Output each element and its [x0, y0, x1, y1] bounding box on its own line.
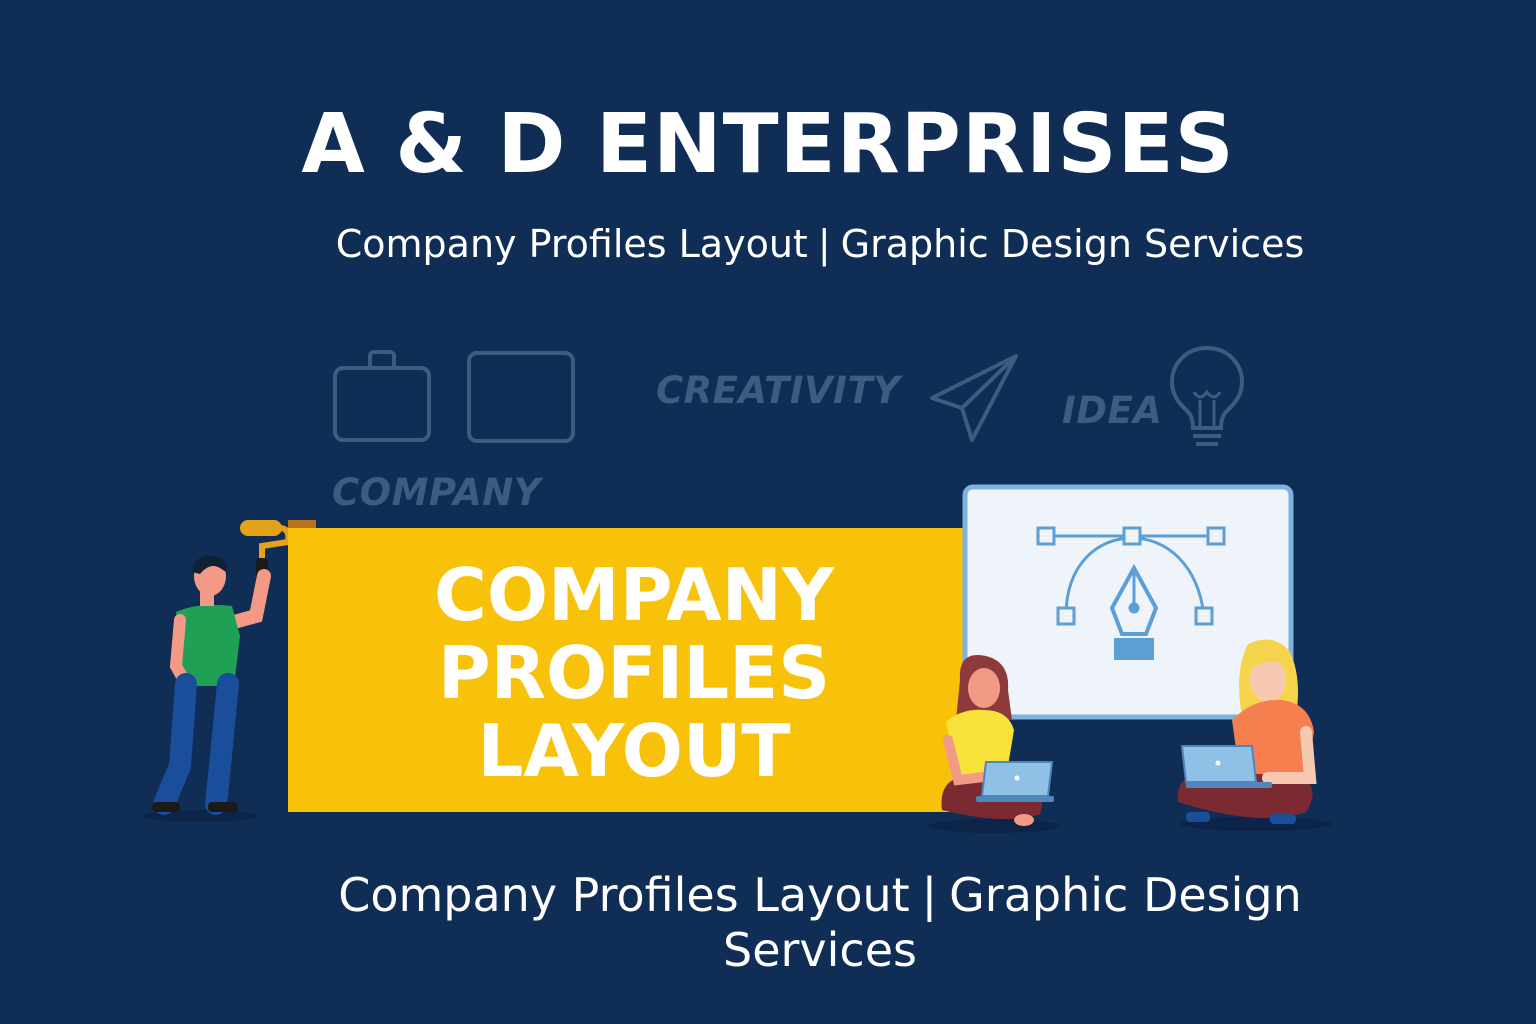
banner-heading: COMPANY PROFILES LAYOUT	[288, 556, 980, 790]
creativity-word: CREATIVITY	[656, 369, 901, 412]
woman-laptop-illustration-2	[1177, 639, 1332, 831]
company-word: COMPANY	[332, 471, 542, 514]
subtitle-separator: |	[817, 222, 831, 266]
woman-laptop-illustration-1	[928, 655, 1060, 833]
paper-plane-icon	[930, 354, 1018, 442]
subtitle-left: Company Profiles Layout	[335, 222, 808, 266]
page-subtitle: Company Profiles Layout | Graphic Design S…	[300, 222, 1340, 268]
banner-line-1: COMPANY	[434, 553, 834, 637]
yellow-banner: COMPANY PROFILES LAYOUT	[288, 528, 980, 812]
banner-line-2: PROFILES	[437, 631, 831, 715]
idea-word: IDEA	[1062, 389, 1163, 432]
folder-icon	[467, 351, 575, 443]
footer-tagline: Company Profiles Layout | Graphic Design S…	[240, 868, 1400, 978]
page-title: A & D ENTERPRISES	[301, 97, 1235, 192]
footer-separator: |	[921, 868, 938, 922]
briefcase-icon	[333, 350, 431, 442]
footer-left: Company Profiles Layout	[338, 868, 910, 922]
laptop-icon	[976, 761, 1054, 802]
lightbulb-icon	[1169, 345, 1245, 446]
banner-line-3: LAYOUT	[477, 709, 791, 793]
subtitle-right: Graphic Design Services	[840, 222, 1305, 266]
